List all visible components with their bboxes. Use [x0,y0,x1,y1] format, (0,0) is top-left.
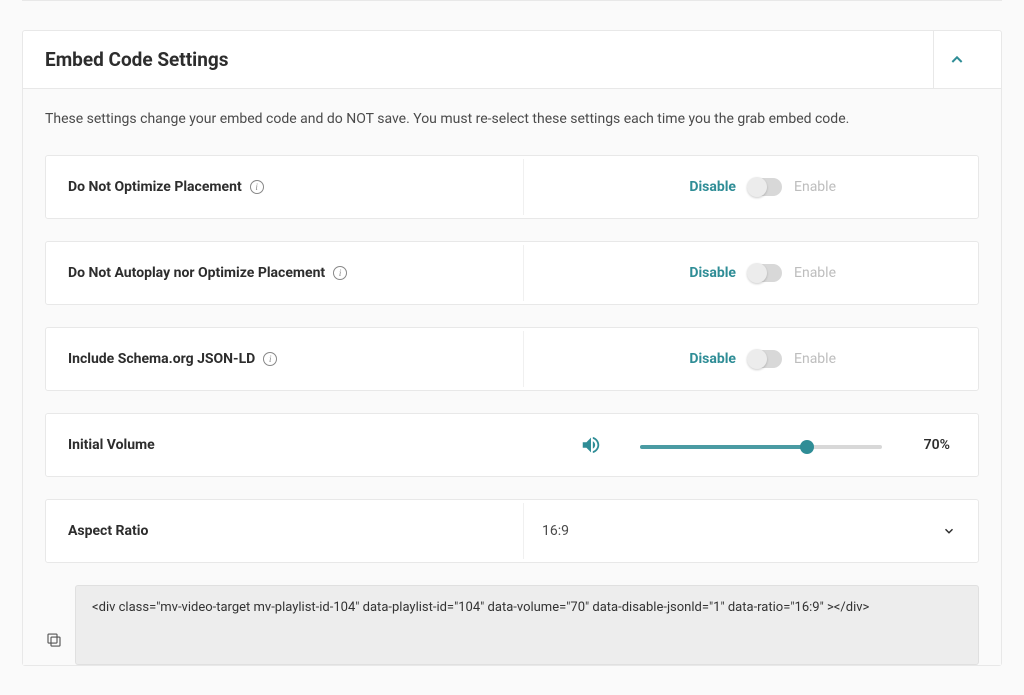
info-icon[interactable]: i [250,180,264,194]
toggle-disable-label: Disable [689,265,736,281]
embed-code-box[interactable]: <div class="mv-video-target mv-playlist-… [75,585,979,665]
embed-code-settings-panel: Embed Code Settings These settings chang… [22,30,1002,666]
chevron-up-icon [949,52,965,68]
aspect-ratio-select[interactable]: 16:9 [524,513,978,549]
toggle-optimize[interactable] [748,178,782,196]
setting-label: Aspect Ratio [68,523,148,539]
toggle-schema[interactable] [748,350,782,368]
volume-icon [580,434,602,456]
toggle-autoplay[interactable] [748,264,782,282]
embed-code-row: <div class="mv-video-target mv-playlist-… [45,585,979,665]
previous-panel-edge [22,0,1002,6]
toggle-disable-label: Disable [689,351,736,367]
setting-label: Initial Volume [68,437,155,453]
setting-label: Do Not Optimize Placement [68,179,242,195]
setting-optimize-placement: Do Not Optimize Placement i Disable Enab… [45,155,979,219]
setting-label: Do Not Autoplay nor Optimize Placement [68,265,325,281]
info-icon[interactable]: i [263,352,277,366]
setting-label: Include Schema.org JSON-LD [68,351,255,367]
toggle-enable-label: Enable [794,351,836,367]
volume-slider[interactable] [640,445,882,449]
toggle-disable-label: Disable [689,179,736,195]
setting-initial-volume: Initial Volume 70% [45,413,979,477]
setting-aspect-ratio: Aspect Ratio 16:9 [45,499,979,563]
setting-schema-jsonld: Include Schema.org JSON-LD i Disable Ena… [45,327,979,391]
volume-value: 70% [910,437,950,453]
select-value: 16:9 [542,523,569,539]
toggle-enable-label: Enable [794,179,836,195]
setting-autoplay: Do Not Autoplay nor Optimize Placement i… [45,241,979,305]
panel-description: These settings change your embed code an… [45,111,979,127]
collapse-panel-button[interactable] [933,31,979,89]
toggle-enable-label: Enable [794,265,836,281]
panel-title: Embed Code Settings [45,48,933,71]
info-icon[interactable]: i [333,266,347,280]
copy-icon[interactable] [45,631,63,649]
chevron-down-icon [942,524,956,538]
